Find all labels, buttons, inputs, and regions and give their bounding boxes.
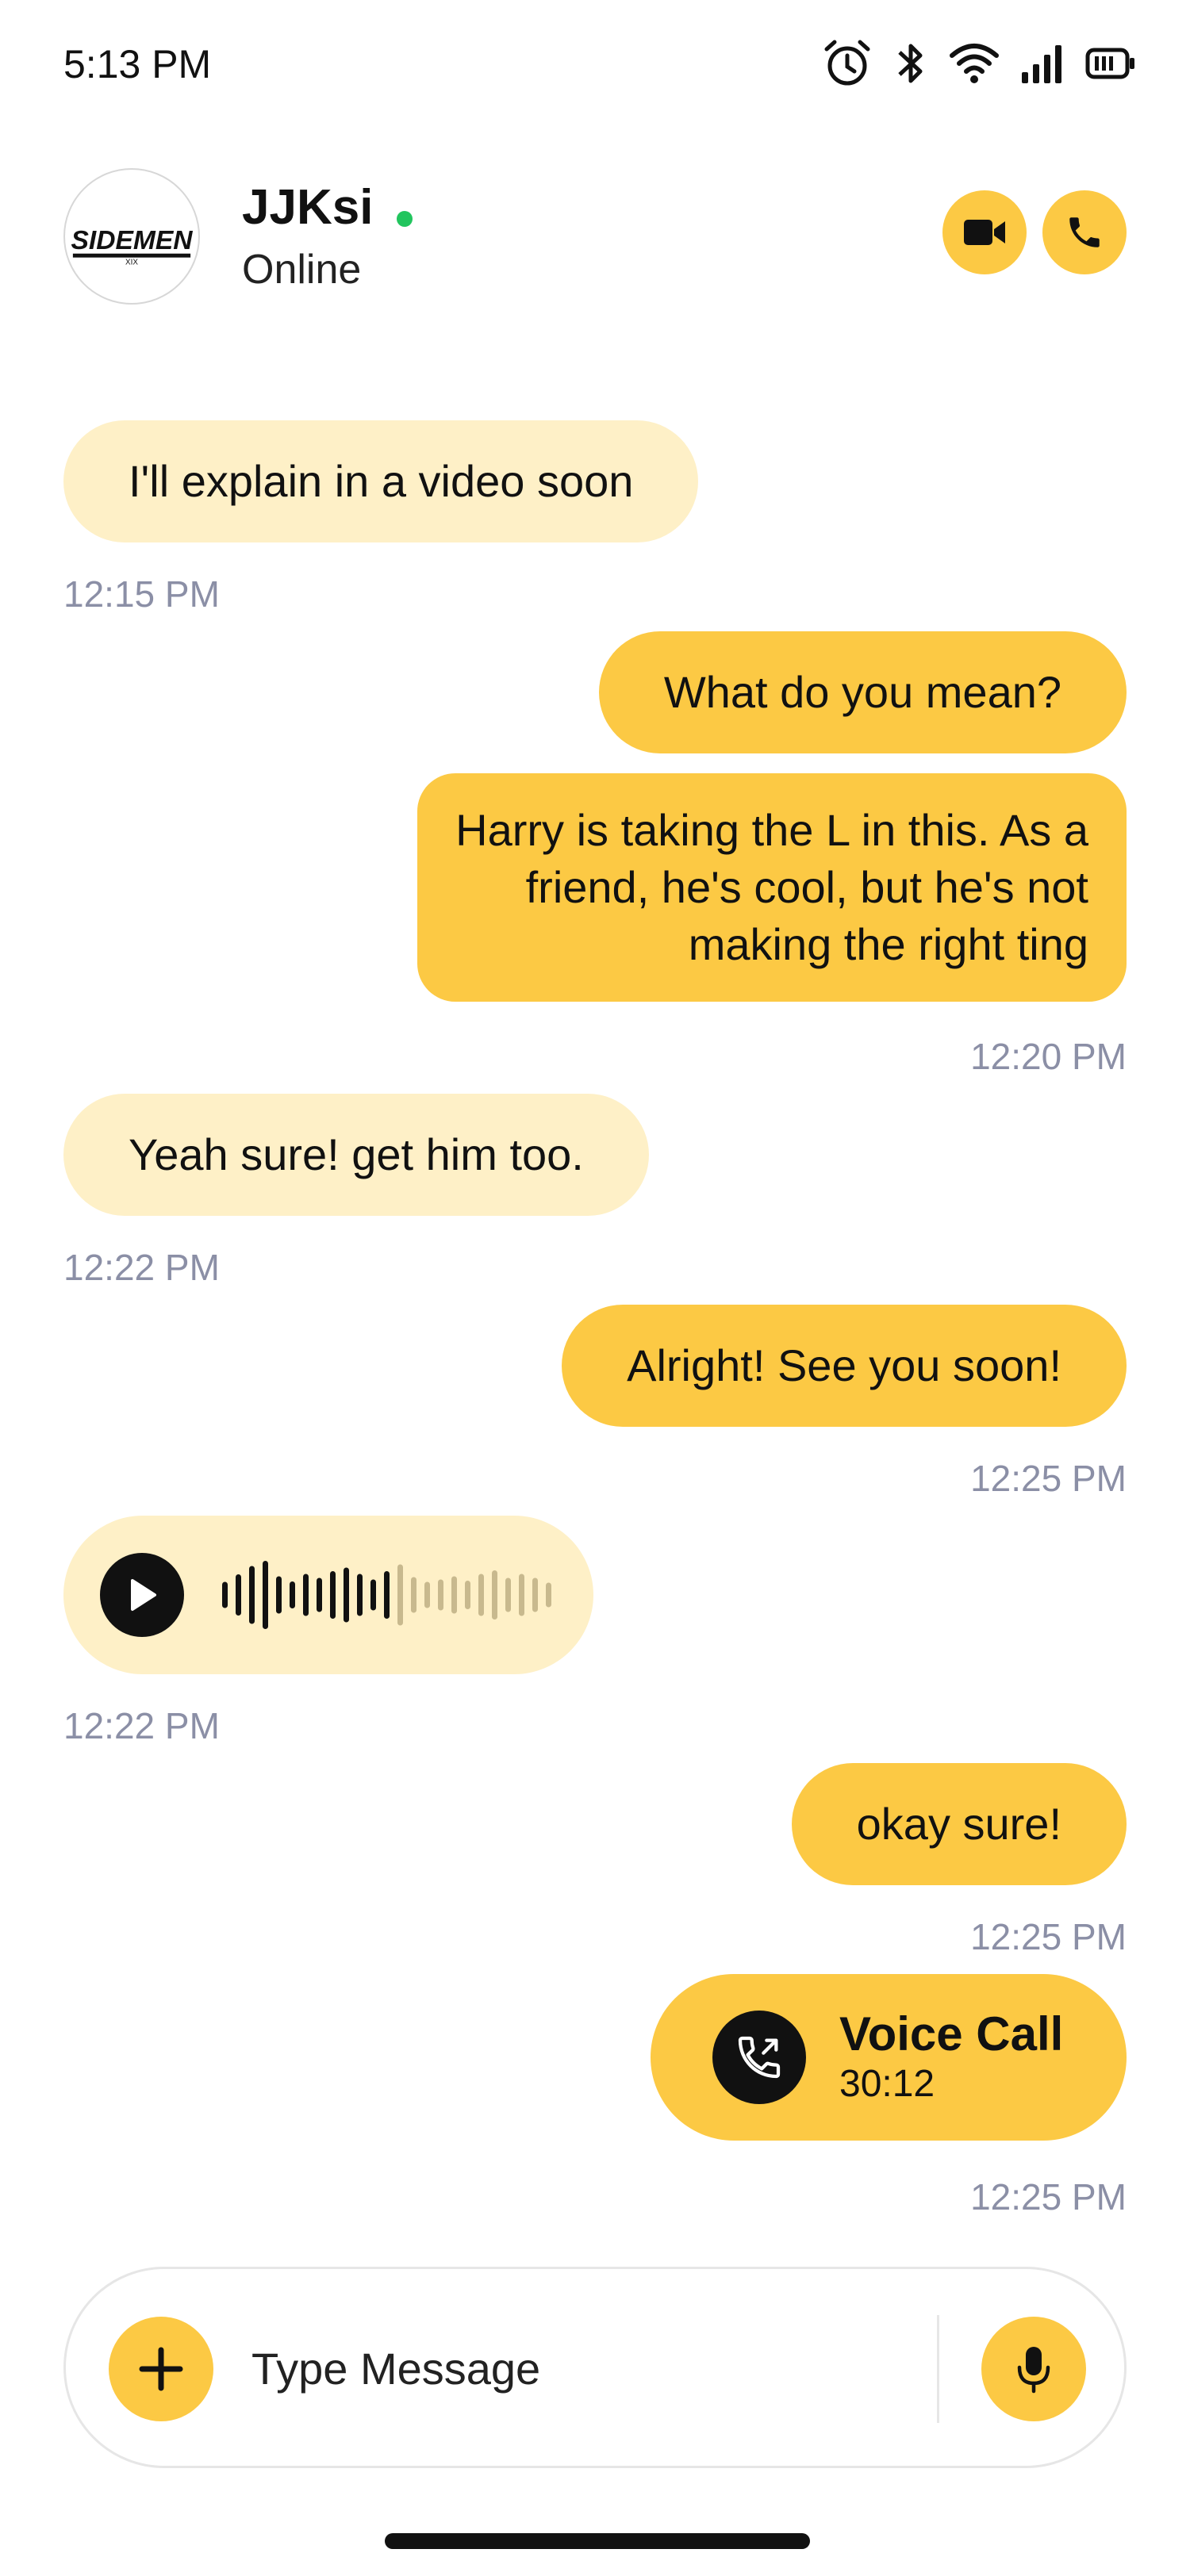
waveform-bar [236,1574,241,1616]
message-timestamp: 12:25 PM [970,2176,1127,2218]
microphone-icon [1017,2347,1050,2394]
video-call-button[interactable] [942,190,1027,274]
home-indicator[interactable] [385,2533,810,2549]
waveform-bar [451,1576,457,1614]
sidemen-logo-icon: SIDEMEN XIX [71,226,194,267]
waveform-bar [411,1577,416,1613]
message-timestamp: 12:25 PM [970,1916,1127,1957]
message-list: I'll explain in a video soon 12:15 PM Wh… [63,420,1127,2218]
voice-call-bubble[interactable]: Voice Call 30:12 [651,1974,1127,2141]
waveform-bar [249,1566,255,1624]
outgoing-call-icon [738,2036,781,2079]
waveform-bar [290,1581,295,1608]
message-timestamp: 12:15 PM [63,573,220,615]
outgoing-message-bubble[interactable]: Alright! See you soon! [562,1305,1127,1427]
message-row: 12:22 PM [63,1516,1127,1747]
composer-divider [937,2315,939,2423]
outgoing-message-bubble[interactable]: okay sure! [791,1763,1127,1885]
avatar-logo-text: SIDEMEN [71,226,194,255]
call-duration: 30:12 [839,2063,935,2105]
waveform-bar [384,1571,390,1619]
incoming-message-bubble[interactable]: Yeah sure! get him too. [63,1094,649,1216]
waveform-bar [546,1582,551,1608]
status-time: 5:13 PM [63,42,212,86]
message-composer [63,2267,1127,2468]
call-icon-badge [712,2011,806,2104]
message-line: friend, he's cool, but he's not [525,862,1088,912]
waveform-bar [505,1577,511,1612]
contact-status: Online [242,247,362,293]
outgoing-message-bubble[interactable]: Harry is taking the L in this. As a frie… [417,773,1127,1002]
wifi-icon [950,44,999,83]
message-row: okay sure! 12:25 PM [63,1763,1127,1958]
battery-icon [1085,48,1134,79]
message-row: Voice Call 30:12 12:25 PM [63,1974,1127,2218]
waveform-bar [532,1577,538,1612]
waveform-bar [397,1564,403,1626]
call-title: Voice Call [839,2007,1064,2060]
online-indicator [397,211,413,227]
bluetooth-icon [898,44,923,83]
waveform-bar [370,1579,376,1611]
waveform-bar [465,1581,470,1609]
waveform-bar [478,1574,484,1616]
waveform-bar [263,1561,268,1629]
waveform-bar [222,1581,228,1608]
message-row: Harry is taking the L in this. As a frie… [63,773,1127,1078]
phone-icon [1069,217,1100,247]
status-icons [822,38,1136,89]
play-icon [131,1579,156,1611]
waveform-bar [492,1570,497,1620]
avatar-logo-subtext: XIX [125,259,138,267]
incoming-message-bubble[interactable]: I'll explain in a video soon [63,420,699,542]
message-input[interactable] [250,2320,888,2417]
waveform-bar [344,1567,349,1623]
outgoing-message-bubble[interactable]: What do you mean? [598,631,1127,753]
alarm-icon [824,40,870,86]
avatar[interactable]: SIDEMEN XIX [63,168,200,305]
waveform-bar [438,1579,443,1611]
chat-header: SIDEMEN XIX JJKsi Online [0,167,1190,309]
message-row: What do you mean? [63,631,1127,753]
waveform-bar [519,1574,524,1616]
waveform-bar [357,1574,363,1616]
message-line: Harry is taking the L in this. As a [455,805,1088,855]
message-timestamp: 12:20 PM [970,1036,1127,1077]
contact-name: JJKsi [242,180,374,235]
message-timestamp: 12:22 PM [63,1705,220,1746]
video-camera-icon [964,220,1005,245]
waveform-bar [330,1571,336,1619]
status-bar: 5:13 PM [0,0,1190,135]
signal-icon [1022,45,1061,83]
message-row: Alright! See you soon! 12:25 PM [63,1305,1127,1500]
add-attachment-button[interactable] [109,2317,213,2421]
voice-call-button[interactable] [1042,190,1127,274]
message-row: Yeah sure! get him too. 12:22 PM [63,1094,1127,1289]
call-text: Voice Call 30:12 [839,2007,1063,2107]
message-timestamp: 12:25 PM [970,1458,1127,1499]
waveform-bar [303,1574,309,1616]
voice-message [63,1516,593,1674]
message-timestamp: 12:22 PM [63,1247,220,1288]
waveform-bar [424,1581,430,1608]
waveform-bar [317,1577,322,1612]
message-line: making the right ting [688,919,1088,969]
plus-icon [139,2347,183,2391]
play-button[interactable] [100,1553,184,1637]
voice-record-button[interactable] [981,2317,1086,2421]
message-row: I'll explain in a video soon 12:15 PM [63,420,1127,615]
waveform[interactable] [221,1559,554,1631]
waveform-bar [276,1576,282,1614]
